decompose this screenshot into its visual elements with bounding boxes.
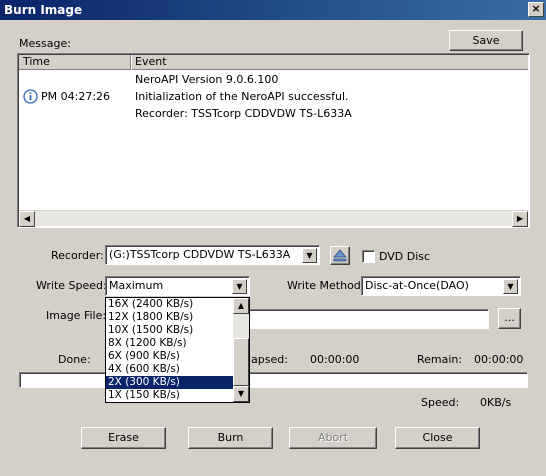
recorder-value: (G:)TSSTcorp CDDVDW TS-L633A: [109, 248, 291, 261]
recorder-select[interactable]: (G:)TSSTcorp CDDVDW TS-L633A ▼: [105, 245, 320, 265]
dropdown-option[interactable]: 4X (600 KB/s): [106, 363, 249, 376]
scroll-left-icon[interactable]: ◀: [19, 211, 35, 227]
elapsed-value: 00:00:00: [310, 353, 360, 366]
column-header-event[interactable]: Event: [131, 55, 528, 70]
message-label: Message:: [19, 37, 71, 50]
chevron-down-icon[interactable]: ▼: [302, 248, 317, 263]
burn-button[interactable]: Burn: [188, 427, 273, 449]
write-method-value: Disc-at-Once(DAO): [365, 279, 469, 292]
log-event: Initialization of the NeroAPI successful…: [135, 90, 349, 103]
remain-value: 00:00:00: [474, 353, 524, 366]
erase-button[interactable]: Erase: [81, 427, 166, 449]
log-header: Time Event: [19, 55, 528, 70]
eject-icon: [333, 249, 347, 262]
progress-bar: [19, 372, 528, 388]
write-method-label: Write Method:: [287, 279, 365, 292]
dropdown-option[interactable]: 2X (300 KB/s): [106, 376, 249, 389]
log-event: NeroAPI Version 9.0.6.100: [135, 73, 279, 86]
info-icon: [23, 89, 38, 104]
write-method-select[interactable]: Disc-at-Once(DAO) ▼: [361, 276, 521, 296]
speed-label: Speed:: [421, 396, 460, 409]
log-event: Recorder: TSSTcorp CDDVDW TS-L633A: [135, 107, 352, 120]
dropdown-vertical-scrollbar[interactable]: ▲ ▼: [233, 298, 249, 402]
title-bar: Burn Image: [0, 0, 546, 20]
scroll-thumb[interactable]: [233, 338, 249, 386]
done-label: Done:: [58, 353, 91, 366]
column-header-time[interactable]: Time: [19, 55, 131, 70]
recorder-label: Recorder:: [51, 249, 104, 262]
write-speed-value: Maximum: [109, 279, 164, 292]
image-file-label: Image File:: [46, 309, 107, 322]
log-horizontal-scrollbar[interactable]: ◀ ▶: [19, 210, 528, 227]
chevron-down-icon[interactable]: ▼: [503, 279, 518, 294]
abort-button[interactable]: Abort: [289, 427, 377, 449]
close-button[interactable]: Close: [395, 427, 480, 449]
speed-value: 0KB/s: [480, 396, 512, 409]
window-title: Burn Image: [4, 3, 83, 17]
dvd-disc-label: DVD Disc: [379, 250, 431, 263]
log-time: PM 04:27:26: [41, 90, 111, 103]
dropdown-option[interactable]: 10X (1500 KB/s): [106, 324, 249, 337]
write-speed-label: Write Speed:: [36, 279, 107, 292]
save-button[interactable]: Save: [449, 30, 523, 51]
close-icon[interactable]: ×: [528, 2, 544, 17]
dropdown-option[interactable]: 1X (150 KB/s): [106, 389, 249, 402]
chevron-down-icon[interactable]: ▼: [232, 279, 247, 294]
dropdown-option[interactable]: 8X (1200 KB/s): [106, 337, 249, 350]
dropdown-list: 16X (2400 KB/s) 12X (1800 KB/s) 10X (150…: [106, 298, 249, 402]
dropdown-option[interactable]: 16X (2400 KB/s): [106, 298, 249, 311]
dvd-disc-checkbox[interactable]: [362, 250, 375, 263]
scroll-up-icon[interactable]: ▲: [233, 298, 249, 314]
scroll-right-icon[interactable]: ▶: [512, 211, 528, 227]
scroll-down-icon[interactable]: ▼: [233, 386, 249, 402]
eject-button[interactable]: [330, 246, 350, 265]
write-speed-dropdown: 16X (2400 KB/s) 12X (1800 KB/s) 10X (150…: [105, 297, 250, 403]
write-speed-select[interactable]: Maximum ▼: [105, 276, 250, 296]
remain-label: Remain:: [417, 353, 463, 366]
browse-button[interactable]: ...: [498, 308, 521, 329]
dropdown-option[interactable]: 12X (1800 KB/s): [106, 311, 249, 324]
dropdown-option[interactable]: 6X (900 KB/s): [106, 350, 249, 363]
